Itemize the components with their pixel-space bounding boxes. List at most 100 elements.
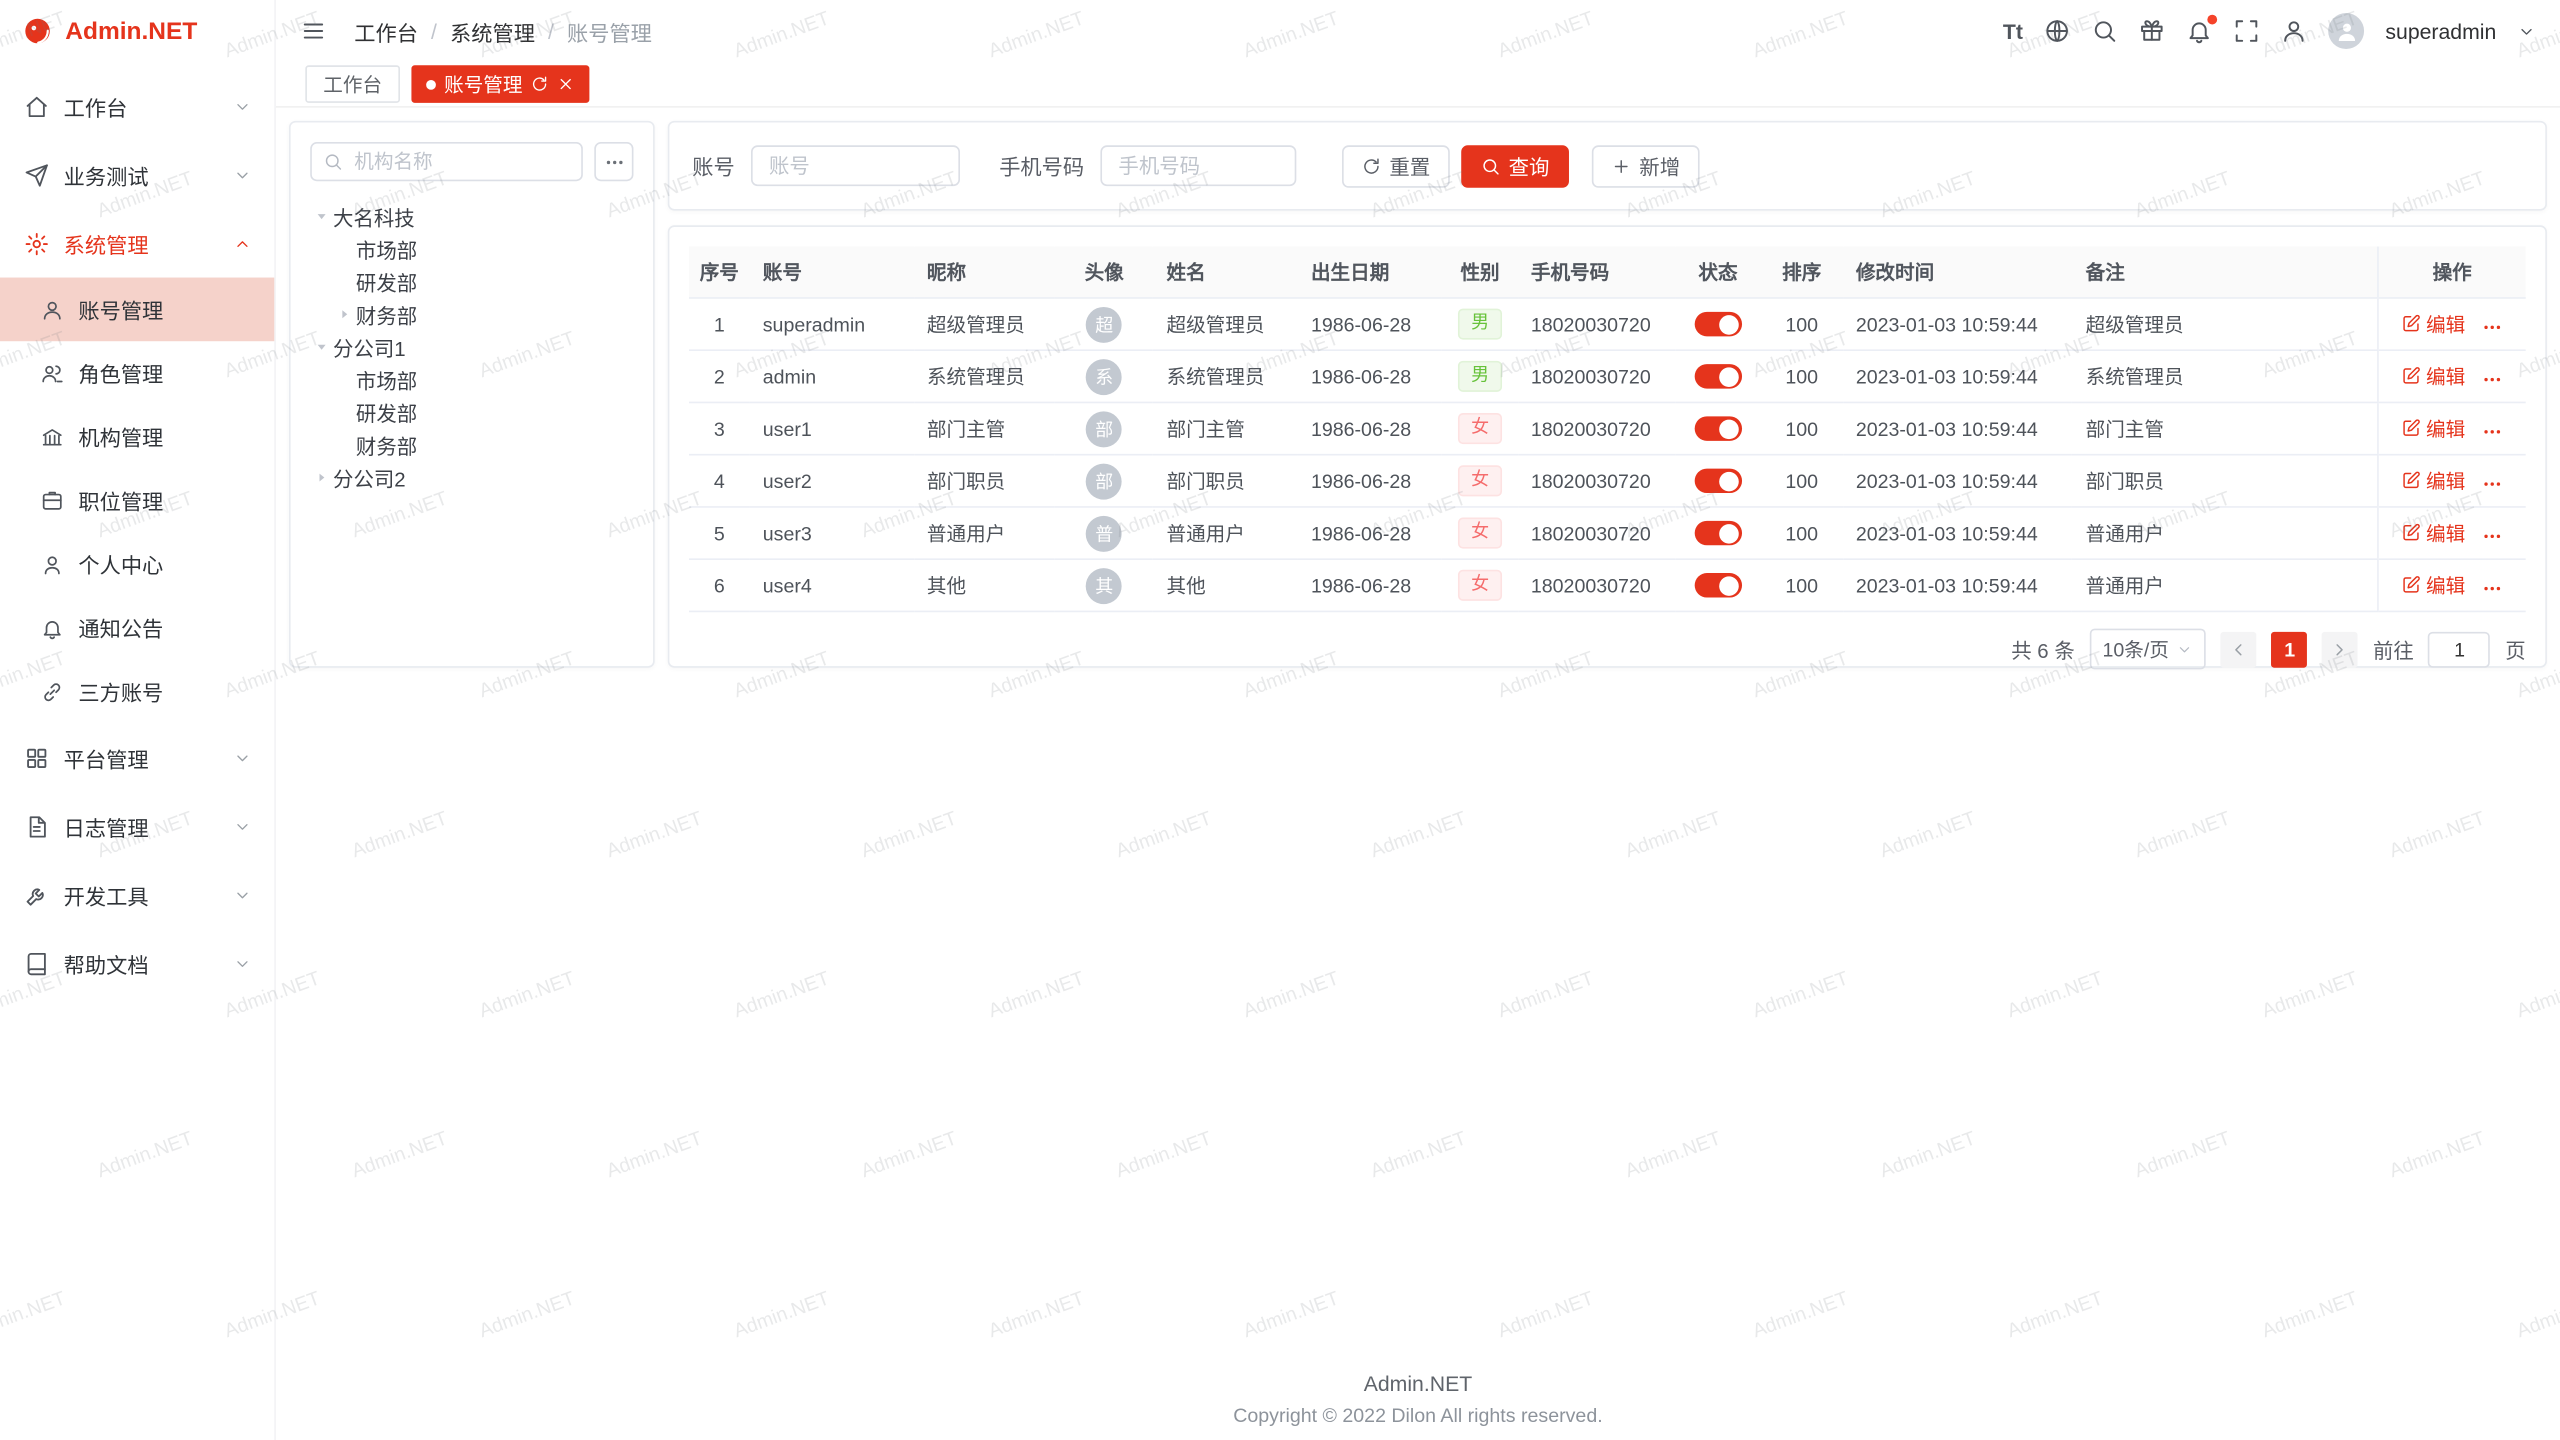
tree-node[interactable]: 研发部 — [333, 264, 633, 297]
table-header-row: 序号账号昵称头像姓名出生日期性别手机号码状态排序修改时间备注操作 — [689, 247, 2526, 298]
edit-label: 编辑 — [2426, 362, 2465, 390]
sidebar-subitem-link[interactable]: 三方账号 — [0, 660, 274, 724]
tree-node[interactable]: 分公司2 — [310, 460, 633, 493]
add-button[interactable]: 新增 — [1592, 144, 1700, 186]
font-size-icon[interactable]: Tt — [2003, 19, 2023, 43]
row-avatar: 部 — [1086, 463, 1122, 499]
language-globe-icon[interactable] — [2044, 18, 2070, 44]
edit-button[interactable]: 编辑 — [2402, 518, 2466, 546]
edit-button[interactable]: 编辑 — [2402, 362, 2466, 390]
sidebar-item-test[interactable]: 业务测试 — [0, 140, 274, 209]
cell: 编辑 — [2378, 402, 2526, 454]
user-menu-chevron-icon[interactable] — [2518, 22, 2536, 40]
cell: 部门主管 — [1153, 402, 1297, 454]
cell: 100 — [1761, 455, 1843, 507]
edit-button[interactable]: 编辑 — [2402, 310, 2466, 338]
profile-outline-icon[interactable] — [2281, 18, 2307, 44]
app-root: Admin.NET 工作台业务测试系统管理账号管理角色管理机构管理职位管理个人中… — [0, 0, 2560, 1440]
profile-icon — [41, 553, 64, 576]
row-avatar: 超 — [1086, 306, 1122, 342]
status-toggle[interactable] — [1694, 573, 1741, 597]
tree-node[interactable]: 分公司1 — [310, 330, 633, 363]
logo[interactable]: Admin.NET — [0, 0, 274, 62]
total-count: 共 6 条 — [2011, 633, 2075, 664]
ellipsis-icon — [2482, 422, 2503, 443]
cell: 系统管理员 — [914, 350, 1055, 402]
status-toggle[interactable] — [1694, 364, 1741, 388]
notifications-bell[interactable] — [2186, 18, 2212, 44]
tree-node[interactable]: 大名科技 — [310, 199, 633, 232]
sidebar-subitem-label: 角色管理 — [78, 358, 251, 389]
cell: 编辑 — [2378, 298, 2526, 350]
phone-input[interactable] — [1100, 145, 1296, 186]
theme-gift-icon[interactable] — [2139, 18, 2165, 44]
sidebar-item-docs[interactable]: 帮助文档 — [0, 929, 274, 998]
search-button[interactable]: 查询 — [1461, 144, 1569, 186]
tab-refresh-icon[interactable] — [531, 75, 549, 93]
row-more-button[interactable] — [2482, 317, 2503, 338]
tree-caret-icon — [333, 306, 356, 321]
page-size-select[interactable]: 10条/页 — [2089, 629, 2206, 670]
breadcrumb-item-workbench[interactable]: 工作台 — [354, 16, 418, 47]
hamburger-menu-icon[interactable] — [300, 18, 326, 44]
tree-node[interactable]: 市场部 — [333, 232, 633, 265]
sidebar-item-gear[interactable]: 系统管理 — [0, 209, 274, 278]
sidebar-subitem-profile[interactable]: 个人中心 — [0, 532, 274, 596]
cell: 普通用户 — [2073, 507, 2378, 559]
page-1-button[interactable]: 1 — [2272, 631, 2308, 667]
status-toggle[interactable] — [1694, 521, 1741, 545]
reset-button[interactable]: 重置 — [1342, 144, 1450, 186]
tree-node[interactable]: 研发部 — [333, 395, 633, 428]
sidebar-item-home[interactable]: 工作台 — [0, 72, 274, 141]
test-icon — [24, 162, 48, 186]
fullscreen-icon[interactable] — [2234, 18, 2260, 44]
edit-icon — [2402, 523, 2422, 543]
prev-page-button[interactable] — [2221, 631, 2257, 667]
sidebar-item-tools[interactable]: 开发工具 — [0, 860, 274, 929]
tree-node[interactable]: 财务部 — [333, 428, 633, 461]
cell: 2023-01-03 10:59:44 — [1843, 298, 2073, 350]
edit-button[interactable]: 编辑 — [2402, 571, 2466, 599]
avatar-person-icon — [2334, 19, 2358, 43]
account-input[interactable] — [751, 145, 960, 186]
row-more-button[interactable] — [2482, 579, 2503, 600]
sidebar-subitem-bell[interactable]: 通知公告 — [0, 596, 274, 660]
cell: 5 — [689, 507, 750, 559]
sidebar-subitem-org[interactable]: 机构管理 — [0, 405, 274, 469]
tab-workbench[interactable]: 工作台 — [305, 65, 400, 103]
tab-account-management[interactable]: 账号管理 — [411, 65, 589, 103]
pagination: 共 6 条 10条/页 1 前往 页 — [689, 612, 2526, 669]
chevron-right-icon — [2331, 639, 2351, 659]
sidebar-item-log[interactable]: 日志管理 — [0, 792, 274, 861]
cell: 其 — [1055, 559, 1153, 611]
next-page-button[interactable] — [2322, 631, 2358, 667]
global-search-icon[interactable] — [2092, 18, 2118, 44]
row-more-button[interactable] — [2482, 370, 2503, 391]
row-more-button[interactable] — [2482, 422, 2503, 443]
cell: admin — [750, 350, 914, 402]
user-avatar[interactable] — [2328, 13, 2364, 49]
edit-button[interactable]: 编辑 — [2402, 466, 2466, 494]
cell: 100 — [1761, 350, 1843, 402]
goto-page-input[interactable] — [2429, 631, 2491, 667]
row-more-button[interactable] — [2482, 526, 2503, 547]
tree-node[interactable]: 市场部 — [333, 362, 633, 395]
tab-close-icon[interactable] — [557, 75, 575, 93]
cell: 普通用户 — [914, 507, 1055, 559]
edit-button[interactable]: 编辑 — [2402, 414, 2466, 442]
sidebar-subitem-position[interactable]: 职位管理 — [0, 469, 274, 533]
status-toggle[interactable] — [1694, 469, 1741, 493]
status-toggle[interactable] — [1694, 417, 1741, 441]
username[interactable]: superadmin — [2385, 19, 2496, 43]
org-name-input[interactable] — [310, 142, 583, 181]
status-toggle[interactable] — [1694, 312, 1741, 336]
sidebar-subitem-role[interactable]: 角色管理 — [0, 341, 274, 405]
sidebar-item-grid[interactable]: 平台管理 — [0, 723, 274, 792]
breadcrumb-item-system[interactable]: 系统管理 — [450, 16, 535, 47]
tree-more-button[interactable] — [594, 142, 633, 181]
tree-node[interactable]: 财务部 — [333, 297, 633, 330]
row-more-button[interactable] — [2482, 474, 2503, 495]
cell: 女 — [1442, 507, 1517, 559]
cell: 男 — [1442, 298, 1517, 350]
sidebar-subitem-user[interactable]: 账号管理 — [0, 278, 274, 342]
